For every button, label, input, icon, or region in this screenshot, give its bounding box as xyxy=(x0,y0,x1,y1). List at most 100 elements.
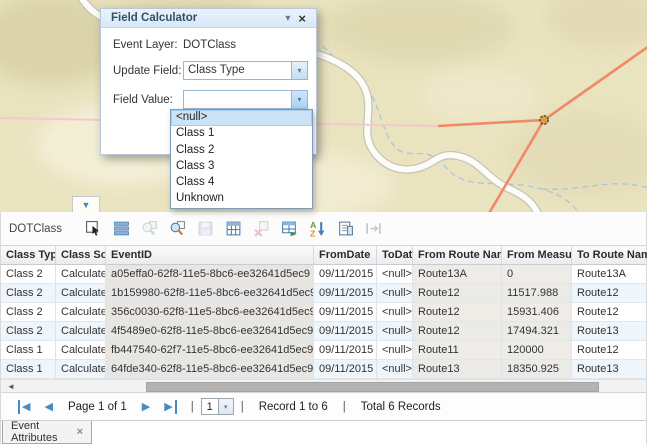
dialog-title: Field Calculator xyxy=(111,12,281,24)
column-header[interactable]: EventID xyxy=(106,246,314,264)
table-row[interactable]: Class 1Calculated64fde340-62f8-11e5-8bc6… xyxy=(1,360,646,379)
table-cell: Class 2 xyxy=(1,265,56,283)
dialog-collapse-icon[interactable]: ▾ xyxy=(281,10,294,27)
table-cell: <null> xyxy=(377,322,413,340)
column-header[interactable]: FromDate xyxy=(314,246,377,264)
map-canvas xyxy=(0,0,647,212)
table-cell: <null> xyxy=(377,284,413,302)
field-value-select[interactable]: ▾ xyxy=(183,90,308,109)
table-cell: Class 2 xyxy=(1,284,56,302)
column-header[interactable]: Class Type xyxy=(1,246,56,264)
separator: | xyxy=(343,401,346,413)
table-cell: 0 xyxy=(502,265,572,283)
pan-to-selected-icon[interactable] xyxy=(166,220,188,238)
table-header-row: Class TypeClass SourceEventIDFromDateToD… xyxy=(1,245,646,265)
save-icon[interactable] xyxy=(194,220,216,238)
column-header[interactable]: From Measure xyxy=(502,246,572,264)
table-cell: 09/11/2015 xyxy=(314,322,377,340)
next-page-button[interactable]: ▶ xyxy=(142,400,150,414)
field-value-label: Field Value: xyxy=(113,94,183,106)
event-layer-value: DOTClass xyxy=(183,39,236,51)
last-page-button[interactable]: ▶ xyxy=(164,400,176,414)
table-cell: Calculated xyxy=(56,360,106,378)
dialog-titlebar[interactable]: Field Calculator ▾ × xyxy=(101,9,316,28)
table-cell: 09/11/2015 xyxy=(314,360,377,378)
route-junction-marker[interactable] xyxy=(540,116,548,124)
column-header[interactable]: From Route Name xyxy=(413,246,502,264)
scrollbar-thumb[interactable] xyxy=(146,382,599,392)
table-row[interactable]: Class 2Calculated356c0030-62f8-11e5-8bc6… xyxy=(1,303,646,322)
record-range-label: Record 1 to 6 xyxy=(259,401,328,413)
chevron-down-icon: ▼ xyxy=(82,200,91,210)
dialog-close-icon[interactable]: × xyxy=(294,10,310,27)
page-number-select[interactable]: 1 ▾ xyxy=(201,398,234,415)
table-cell: Route13A xyxy=(572,265,647,283)
previous-page-button[interactable]: ◀ xyxy=(44,400,52,414)
separator: | xyxy=(191,401,194,413)
separator: | xyxy=(241,401,244,413)
table-cell: Calculated xyxy=(56,284,106,302)
tab-event-attributes[interactable]: Event Attributes × xyxy=(2,421,92,444)
layer-name-label: DOTClass xyxy=(9,223,62,235)
first-page-button[interactable]: ◀ xyxy=(18,400,30,414)
table-cell: a05effa0-62f8-11e5-8bc6-ee32641d5ec9 xyxy=(106,265,314,283)
field-value-option[interactable]: <null> xyxy=(171,110,312,126)
field-value-option[interactable]: Class 2 xyxy=(171,143,312,159)
append-data-icon[interactable] xyxy=(278,220,300,238)
application-window: ▼ Field Calculator ▾ × Event Layer: DOTC… xyxy=(0,0,647,444)
table-row[interactable]: Class 1Calculatedfb447540-62f7-11e5-8bc6… xyxy=(1,341,646,360)
chevron-down-icon[interactable]: ▾ xyxy=(291,91,307,108)
column-header[interactable]: ToDate xyxy=(377,246,413,264)
table-cell: <null> xyxy=(377,303,413,321)
table-cell: 17494.321 xyxy=(502,322,572,340)
fit-columns-icon[interactable] xyxy=(362,220,384,238)
table-cell: Route13A xyxy=(413,265,502,283)
field-calculator-icon[interactable] xyxy=(222,220,244,238)
table-cell: 64fde340-62f8-11e5-8bc6-ee32641d5ec9 xyxy=(106,360,314,378)
table-cell: Route12 xyxy=(572,303,647,321)
table-cell: 18350.925 xyxy=(502,360,572,378)
update-field-select[interactable]: Class Type ▾ xyxy=(183,61,308,80)
table-cell: Route11 xyxy=(413,341,502,359)
horizontal-scrollbar[interactable]: ◄ xyxy=(1,379,646,393)
attribute-table: Class TypeClass SourceEventIDFromDateToD… xyxy=(1,245,646,379)
table-cell: Route12 xyxy=(413,322,502,340)
table-row[interactable]: Class 2Calculated1b159980-62f8-11e5-8bc6… xyxy=(1,284,646,303)
column-header[interactable]: Class Source xyxy=(56,246,106,264)
select-features-icon[interactable] xyxy=(82,220,104,238)
field-value-option-list: <null>Class 1Class 2Class 3Class 4Unknow… xyxy=(170,109,313,209)
scroll-left-icon[interactable]: ◄ xyxy=(7,381,15,393)
table-cell: 4f5489e0-62f8-11e5-8bc6-ee32641d5ec9 xyxy=(106,322,314,340)
table-cell: Route13 xyxy=(572,360,647,378)
field-value-option[interactable]: Class 3 xyxy=(171,159,312,175)
field-value-option[interactable]: Unknown xyxy=(171,191,312,207)
panel-collapse-handle[interactable]: ▼ xyxy=(72,196,100,212)
table-cell: 09/11/2015 xyxy=(314,284,377,302)
svg-text:Z: Z xyxy=(310,228,315,237)
column-header[interactable]: To Route Name xyxy=(572,246,647,264)
table-cell: Route12 xyxy=(413,303,502,321)
table-cell: <null> xyxy=(377,360,413,378)
chevron-down-icon[interactable]: ▾ xyxy=(219,398,234,415)
show-selected-records-icon[interactable] xyxy=(110,220,132,238)
edit-attributes-icon[interactable] xyxy=(334,220,356,238)
sort-icon[interactable]: AZ xyxy=(306,220,328,238)
tab-label: Event Attributes xyxy=(11,420,71,444)
table-cell: Class 2 xyxy=(1,322,56,340)
table-row[interactable]: Class 2Calculated4f5489e0-62f8-11e5-8bc6… xyxy=(1,322,646,341)
map-view[interactable]: ▼ xyxy=(0,0,647,212)
chevron-down-icon[interactable]: ▾ xyxy=(291,62,307,79)
table-cell: Calculated xyxy=(56,265,106,283)
table-cell: 09/11/2015 xyxy=(314,341,377,359)
delete-selected-icon[interactable] xyxy=(250,220,272,238)
table-cell: Calculated xyxy=(56,322,106,340)
table-row[interactable]: Class 2Calculateda05effa0-62f8-11e5-8bc6… xyxy=(1,265,646,284)
close-icon[interactable]: × xyxy=(71,426,83,438)
zoom-to-selected-icon[interactable] xyxy=(138,220,160,238)
table-cell: 1b159980-62f8-11e5-8bc6-ee32641d5ec9 xyxy=(106,284,314,302)
field-value-option[interactable]: Class 1 xyxy=(171,126,312,142)
table-cell: Class 1 xyxy=(1,360,56,378)
table-cell: 11517.988 xyxy=(502,284,572,302)
update-field-row: Update Field: Class Type ▾ xyxy=(113,61,308,80)
field-value-option[interactable]: Class 4 xyxy=(171,175,312,191)
